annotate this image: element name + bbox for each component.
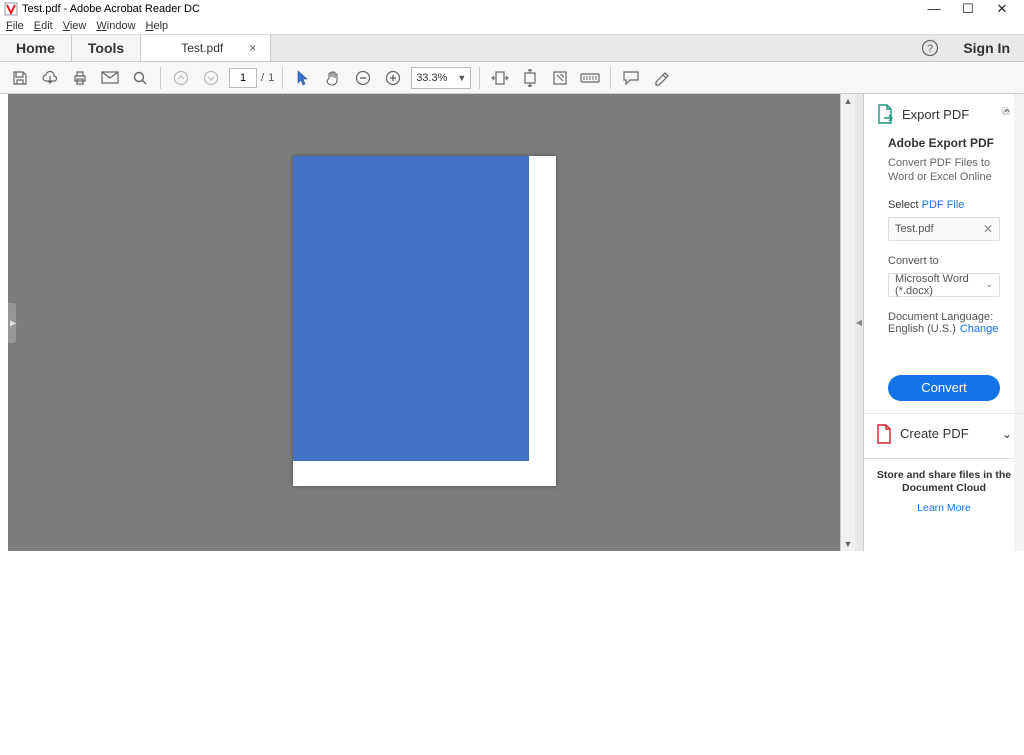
tab-close-icon[interactable]: × bbox=[249, 41, 256, 55]
left-panel-toggle[interactable]: ▶ bbox=[8, 303, 16, 343]
page-sep: / bbox=[261, 72, 264, 84]
right-panel: Export PDF ⌃ ⧉ Adobe Export PDF Convert … bbox=[863, 94, 1024, 551]
page-number-box: / 1 bbox=[229, 68, 274, 88]
tabs-bar: Home Tools Test.pdf × ? Sign In bbox=[0, 34, 1024, 62]
scroll-up-icon[interactable]: ▲ bbox=[841, 94, 855, 108]
close-window-button[interactable]: ✕ bbox=[992, 1, 1012, 17]
document-language: Document Language: English (U.S.)Change bbox=[888, 311, 1000, 335]
scroll-down-icon[interactable]: ▼ bbox=[841, 537, 855, 551]
convert-button[interactable]: Convert bbox=[888, 375, 1000, 401]
svg-text:?: ? bbox=[927, 43, 933, 55]
toolbar: / 1 33.3% ▼ bbox=[0, 62, 1024, 94]
window-titlebar: Test.pdf - Adobe Acrobat Reader DC — ☐ ✕ bbox=[0, 0, 1024, 18]
separator bbox=[610, 67, 611, 89]
minimize-button[interactable]: — bbox=[924, 1, 944, 17]
convert-to-value: Microsoft Word (*.docx) bbox=[895, 273, 985, 297]
export-heading: Adobe Export PDF bbox=[888, 136, 1000, 150]
separator bbox=[160, 67, 161, 89]
select-pdf-link[interactable]: PDF File bbox=[922, 199, 965, 211]
search-icon[interactable] bbox=[128, 66, 152, 90]
pdf-page bbox=[293, 156, 556, 486]
document-view[interactable]: ▶ bbox=[0, 94, 841, 551]
sign-in-button[interactable]: Sign In bbox=[949, 35, 1024, 61]
zoom-value: 33.3% bbox=[416, 72, 447, 84]
zoom-out-icon[interactable] bbox=[351, 66, 375, 90]
selected-file-box[interactable]: Test.pdf ✕ bbox=[888, 217, 1000, 241]
convert-to-select[interactable]: Microsoft Word (*.docx) ⌄ bbox=[888, 273, 1000, 297]
email-icon[interactable] bbox=[98, 66, 122, 90]
menu-edit[interactable]: Edit bbox=[34, 20, 53, 32]
export-pdf-icon bbox=[876, 104, 894, 124]
chevron-down-icon: ⌄ bbox=[985, 279, 993, 290]
menu-help[interactable]: Help bbox=[146, 20, 169, 32]
tab-document-label: Test.pdf bbox=[181, 41, 223, 55]
selection-tool-icon[interactable] bbox=[291, 66, 315, 90]
create-pdf-icon bbox=[876, 424, 892, 444]
content-area: ▶ ▲ ▼ ◀ Export PDF ⌃ ⧉ Adobe Export PDF … bbox=[0, 94, 1024, 551]
fit-page-icon[interactable] bbox=[518, 66, 542, 90]
tab-document[interactable]: Test.pdf × bbox=[141, 35, 271, 61]
window-title: Test.pdf - Adobe Acrobat Reader DC bbox=[22, 3, 924, 15]
chevron-down-icon: ▼ bbox=[457, 73, 466, 83]
page-down-icon bbox=[199, 66, 223, 90]
learn-more-link[interactable]: Learn More bbox=[872, 502, 1016, 514]
right-panel-toggle[interactable]: ◀ bbox=[855, 94, 863, 551]
promo-text: Store and share files in the Document Cl… bbox=[872, 469, 1016, 496]
export-pdf-title: Export PDF bbox=[902, 107, 994, 122]
select-file-label: Select PDF File bbox=[888, 199, 1000, 211]
page-content-rect bbox=[293, 156, 529, 461]
print-icon[interactable] bbox=[68, 66, 92, 90]
menu-file[interactable]: File bbox=[6, 20, 24, 32]
separator bbox=[282, 67, 283, 89]
hand-tool-icon[interactable] bbox=[321, 66, 345, 90]
help-icon[interactable]: ? bbox=[911, 35, 949, 61]
menu-window[interactable]: Window bbox=[96, 20, 135, 32]
cloud-icon[interactable] bbox=[38, 66, 62, 90]
fullscreen-icon[interactable] bbox=[548, 66, 572, 90]
comment-icon[interactable] bbox=[619, 66, 643, 90]
separator bbox=[479, 67, 480, 89]
duplicate-icon[interactable]: ⧉ bbox=[1001, 104, 1010, 119]
save-icon[interactable] bbox=[8, 66, 32, 90]
create-pdf-header[interactable]: Create PDF ⌄ bbox=[876, 424, 1012, 444]
promo-box: Store and share files in the Document Cl… bbox=[864, 459, 1024, 524]
document-scrollbar[interactable]: ▲ ▼ bbox=[841, 94, 855, 551]
highlight-icon[interactable] bbox=[649, 66, 673, 90]
menu-view[interactable]: View bbox=[63, 20, 87, 32]
page-total: 1 bbox=[268, 72, 274, 84]
fit-width-icon[interactable] bbox=[488, 66, 512, 90]
zoom-select[interactable]: 33.3% ▼ bbox=[411, 67, 471, 89]
app-icon bbox=[4, 2, 18, 16]
page-number-input[interactable] bbox=[229, 68, 257, 88]
change-language-link[interactable]: Change bbox=[960, 323, 999, 335]
maximize-button[interactable]: ☐ bbox=[958, 1, 978, 17]
selected-file-name: Test.pdf bbox=[895, 223, 983, 235]
create-pdf-title: Create PDF bbox=[900, 426, 994, 441]
tab-tools[interactable]: Tools bbox=[72, 35, 141, 61]
page-up-icon bbox=[169, 66, 193, 90]
export-description: Convert PDF Files to Word or Excel Onlin… bbox=[888, 156, 1000, 185]
zoom-in-icon[interactable] bbox=[381, 66, 405, 90]
clear-file-icon[interactable]: ✕ bbox=[983, 222, 993, 236]
export-pdf-header[interactable]: Export PDF ⌃ bbox=[876, 104, 1012, 124]
chevron-down-icon: ⌄ bbox=[1002, 427, 1012, 441]
tab-home[interactable]: Home bbox=[0, 35, 72, 61]
menu-bar: File Edit View Window Help bbox=[0, 18, 1024, 34]
convert-to-label: Convert to bbox=[888, 255, 1000, 267]
read-mode-icon[interactable] bbox=[578, 66, 602, 90]
